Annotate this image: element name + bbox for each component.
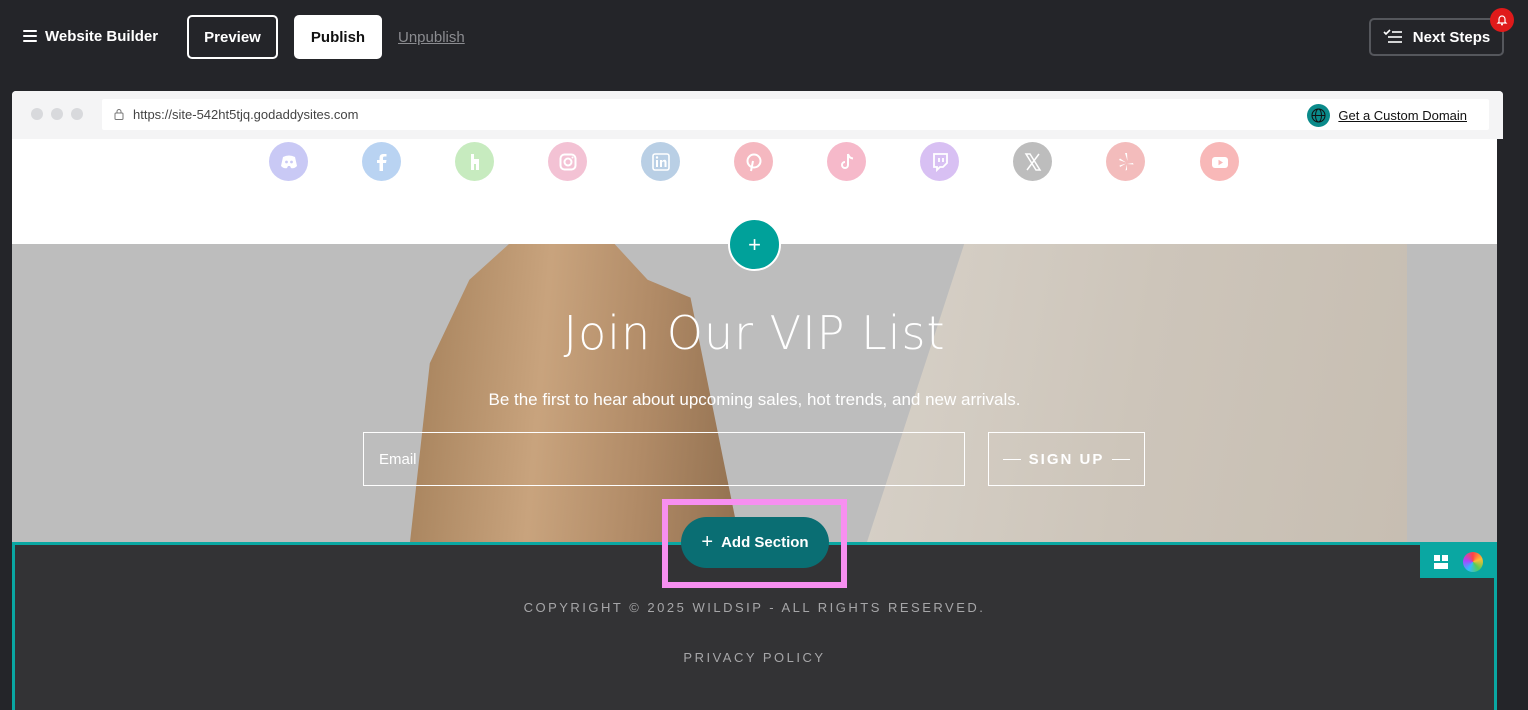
linkedin-icon[interactable] bbox=[641, 142, 680, 181]
copyright-text: COPYRIGHT © 2025 WILDSIP - ALL RIGHTS RE… bbox=[523, 600, 986, 615]
vip-title: Join Our VIP List bbox=[563, 306, 946, 360]
x-icon[interactable] bbox=[1013, 142, 1052, 181]
globe-icon bbox=[1307, 104, 1331, 127]
yelp-icon[interactable] bbox=[1106, 142, 1145, 181]
vip-section: Join Our VIP List Be the first to hear a… bbox=[12, 244, 1497, 542]
layout-icon[interactable] bbox=[1433, 554, 1449, 570]
browser-bar: https://site-542ht5tjq.godaddysites.com … bbox=[12, 91, 1503, 139]
signup-label: SIGN UP bbox=[1028, 450, 1105, 468]
houzz-icon[interactable] bbox=[455, 142, 494, 181]
window-dots bbox=[31, 108, 83, 120]
instagram-icon[interactable] bbox=[548, 142, 587, 181]
twitch-icon[interactable] bbox=[920, 142, 959, 181]
unpublish-link[interactable]: Unpublish bbox=[398, 29, 465, 46]
next-steps-label: Next Steps bbox=[1412, 28, 1491, 46]
top-bar: Website Builder Preview Publish Unpublis… bbox=[0, 0, 1528, 78]
vip-subtitle: Be the first to hear about upcoming sale… bbox=[488, 390, 1021, 409]
site-preview-frame: https://site-542ht5tjq.godaddysites.com … bbox=[12, 91, 1503, 710]
plus-icon: + bbox=[701, 531, 714, 553]
notification-badge[interactable] bbox=[1490, 8, 1514, 32]
color-wheel-icon[interactable] bbox=[1462, 551, 1483, 572]
bell-icon bbox=[1496, 15, 1508, 26]
next-steps-button[interactable]: Next Steps bbox=[1369, 18, 1504, 56]
lock-icon bbox=[114, 109, 124, 120]
add-section-circle-button[interactable]: + bbox=[728, 218, 781, 271]
app-title: Website Builder bbox=[45, 28, 159, 45]
facebook-icon[interactable] bbox=[362, 142, 401, 181]
discord-icon[interactable] bbox=[269, 142, 308, 181]
publish-button[interactable]: Publish bbox=[294, 15, 382, 59]
add-section-button[interactable]: + Add Section bbox=[681, 517, 829, 568]
url-text: https://site-542ht5tjq.godaddysites.com bbox=[133, 107, 359, 122]
plus-icon: + bbox=[748, 231, 761, 257]
youtube-icon[interactable] bbox=[1200, 142, 1239, 181]
add-section-label: Add Section bbox=[721, 534, 809, 551]
signup-button[interactable]: SIGN UP bbox=[988, 432, 1145, 486]
custom-domain-link[interactable]: Get a Custom Domain bbox=[1307, 104, 1467, 127]
section-tools bbox=[1420, 545, 1496, 578]
divider-line bbox=[1112, 458, 1131, 460]
divider-line bbox=[1002, 458, 1021, 460]
privacy-policy-link[interactable]: PRIVACY POLICY bbox=[15, 650, 1494, 665]
scrollbar[interactable] bbox=[1497, 139, 1503, 710]
custom-domain-label: Get a Custom Domain bbox=[1338, 108, 1467, 123]
tiktok-icon[interactable] bbox=[827, 142, 866, 181]
url-bar: https://site-542ht5tjq.godaddysites.com … bbox=[102, 99, 1489, 130]
pinterest-icon[interactable] bbox=[734, 142, 773, 181]
hamburger-menu-icon[interactable] bbox=[23, 30, 37, 42]
checklist-icon bbox=[1383, 29, 1402, 43]
email-field[interactable]: Email bbox=[363, 432, 965, 486]
preview-button[interactable]: Preview bbox=[187, 15, 278, 59]
